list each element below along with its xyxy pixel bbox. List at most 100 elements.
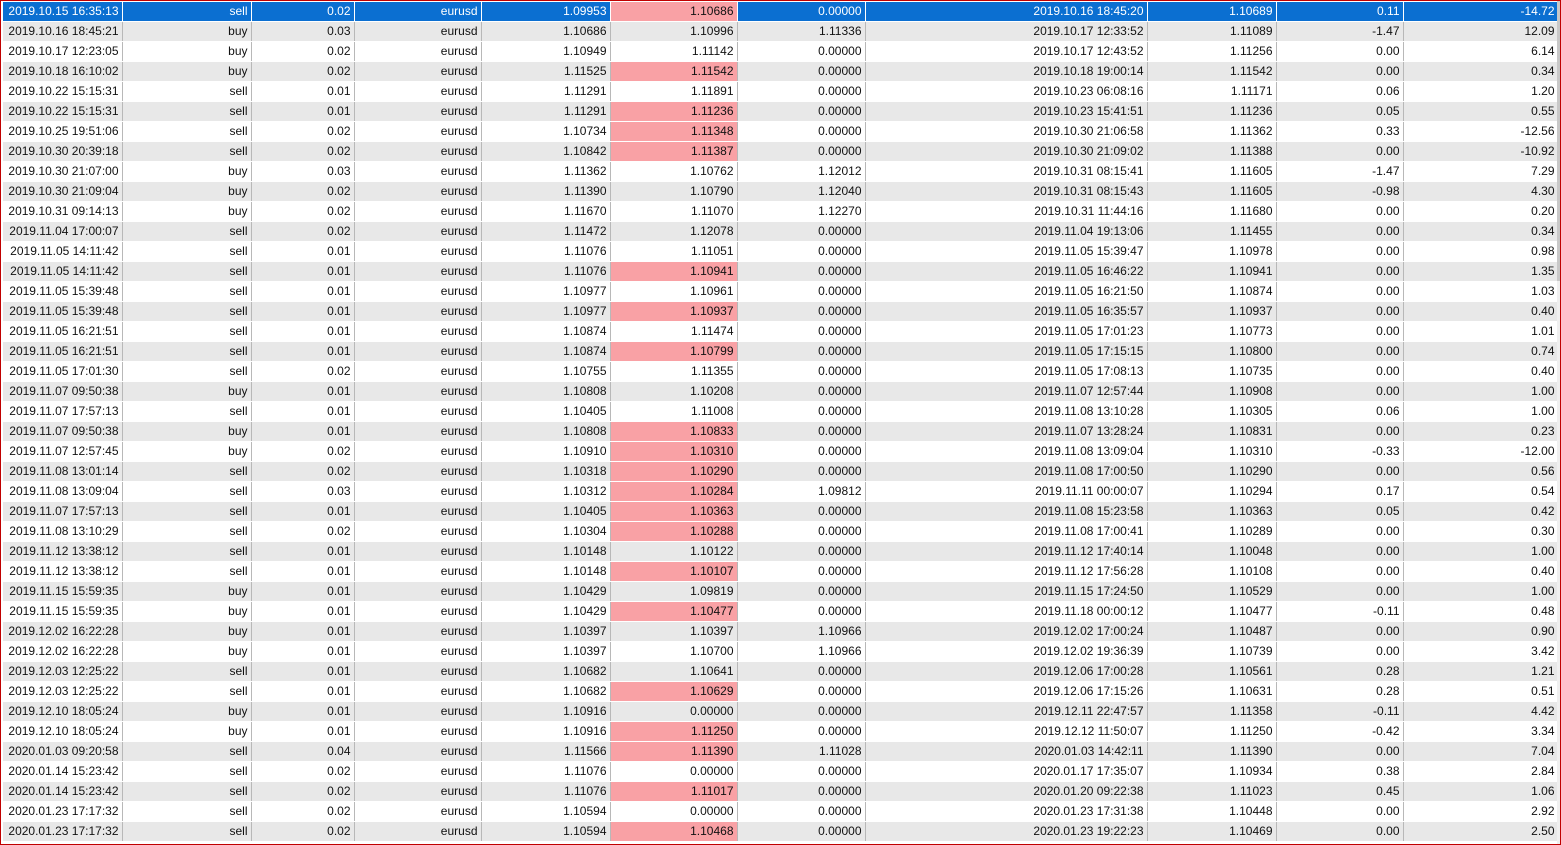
cell-symbol: eurusd [354,821,482,842]
cell-open-price: 1.11076 [481,261,611,282]
table-row[interactable]: 2020.01.23 17:17:32 sell 0.02 eurusd 1.10594… [3,821,1559,842]
cell-profit: 0.34 [1403,61,1559,82]
table-row[interactable]: 2019.11.08 13:10:29 sell 0.02 eurusd 1.10304… [3,521,1559,542]
table-row[interactable]: 2019.12.10 18:05:24 buy 0.01 eurusd 1.10916 0… [3,701,1559,722]
table-row[interactable]: 2019.11.07 09:50:38 buy 0.01 eurusd 1.10808 1… [3,421,1559,442]
cell-sl: 1.10996 [610,21,738,42]
cell-open-price: 1.11076 [481,761,611,782]
cell-symbol: eurusd [354,541,482,562]
cell-symbol: eurusd [354,101,482,122]
cell-volume: 0.01 [251,321,355,342]
cell-type: sell [122,321,252,342]
cell-open-time: 2019.10.30 21:07:00 [3,161,123,182]
table-row[interactable]: 2019.11.12 13:38:12 sell 0.01 eurusd 1.10148… [3,541,1559,562]
cell-profit: 4.30 [1403,181,1559,202]
cell-close-time: 2019.11.05 16:46:22 [865,261,1148,282]
table-row[interactable]: 2019.11.04 17:00:07 sell 0.02 eurusd 1.11472… [3,221,1559,242]
cell-open-price: 1.11566 [481,741,611,762]
table-row[interactable]: 2019.11.15 15:59:35 buy 0.01 eurusd 1.10429 1… [3,581,1559,602]
cell-symbol: eurusd [354,661,482,682]
table-row[interactable]: 2019.10.22 15:15:31 sell 0.01 eurusd 1.11291… [3,81,1559,102]
table-row[interactable]: 2019.11.12 13:38:12 sell 0.01 eurusd 1.10148… [3,561,1559,582]
cell-tp: 0.00000 [737,701,866,722]
table-row[interactable]: 2019.12.10 18:05:24 buy 0.01 eurusd 1.10916 1… [3,721,1559,742]
cell-volume: 0.01 [251,301,355,322]
cell-close-price: 1.10561 [1147,661,1277,682]
table-row[interactable]: 2019.11.05 14:11:42 sell 0.01 eurusd 1.11076… [3,241,1559,262]
table-row[interactable]: 2019.10.30 21:07:00 buy 0.03 eurusd 1.11362 1… [3,161,1559,182]
table-row[interactable]: 2019.11.05 14:11:42 sell 0.01 eurusd 1.11076… [3,261,1559,282]
cell-type: sell [122,341,252,362]
cell-tp: 0.00000 [737,101,866,122]
cell-volume: 0.01 [251,381,355,402]
vertical-scrollbar[interactable] [1557,1,1560,844]
cell-type: buy [122,701,252,722]
table-row[interactable]: 2019.11.05 17:01:30 sell 0.02 eurusd 1.10755… [3,361,1559,382]
cell-symbol: eurusd [354,261,482,282]
cell-profit: 1.00 [1403,541,1559,562]
cell-close-price: 1.10941 [1147,261,1277,282]
cell-open-price: 1.10682 [481,661,611,682]
table-row[interactable]: 2019.12.03 12:25:22 sell 0.01 eurusd 1.10682… [3,681,1559,702]
table-row[interactable]: 2019.10.17 12:23:05 buy 0.02 eurusd 1.10949 1… [3,41,1559,62]
table-row[interactable]: 2019.11.07 17:57:13 sell 0.01 eurusd 1.10405… [3,401,1559,422]
cell-open-time: 2019.11.12 13:38:12 [3,561,123,582]
cell-symbol: eurusd [354,241,482,262]
table-row[interactable]: 2019.11.08 13:09:04 sell 0.03 eurusd 1.10312… [3,481,1559,502]
cell-sl: 1.10961 [610,281,738,302]
table-row[interactable]: 2020.01.14 15:23:42 sell 0.02 eurusd 1.11076… [3,761,1559,782]
table-row[interactable]: 2019.11.08 13:01:14 sell 0.02 eurusd 1.10318… [3,461,1559,482]
cell-type: sell [122,301,252,322]
table-row[interactable]: 2019.10.31 09:14:13 buy 0.02 eurusd 1.11670 1… [3,201,1559,222]
cell-profit: 1.01 [1403,321,1559,342]
cell-sl: 1.10790 [610,181,738,202]
table-row[interactable]: 2019.11.07 12:57:45 buy 0.02 eurusd 1.10910 1… [3,441,1559,462]
table-row[interactable]: 2019.10.16 18:45:21 buy 0.03 eurusd 1.10686 1… [3,21,1559,42]
table-row[interactable]: 2019.12.03 12:25:22 sell 0.01 eurusd 1.10682… [3,661,1559,682]
table-row[interactable]: 2019.10.30 20:39:18 sell 0.02 eurusd 1.10842… [3,141,1559,162]
table-row[interactable]: 2019.10.25 19:51:06 sell 0.02 eurusd 1.10734… [3,121,1559,142]
cell-close-price: 1.10978 [1147,241,1277,262]
cell-profit: 0.74 [1403,341,1559,362]
cell-profit: 2.92 [1403,801,1559,822]
table-row[interactable]: 2019.10.18 16:10:02 buy 0.02 eurusd 1.11525 1… [3,61,1559,82]
scrollbar-thumb[interactable] [1557,1,1560,281]
cell-profit: 7.04 [1403,741,1559,762]
table-row[interactable]: 2019.10.22 15:15:31 sell 0.01 eurusd 1.11291… [3,101,1559,122]
table-row[interactable]: 2019.11.05 15:39:48 sell 0.01 eurusd 1.10977… [3,281,1559,302]
cell-symbol: eurusd [354,721,482,742]
table-row[interactable]: 2019.10.30 21:09:04 buy 0.02 eurusd 1.11390 1… [3,181,1559,202]
cell-profit: 1.21 [1403,661,1559,682]
cell-close-price: 1.10487 [1147,621,1277,642]
cell-sl: 1.10686 [610,2,738,22]
table-row[interactable]: 2019.11.05 16:21:51 sell 0.01 eurusd 1.10874… [3,321,1559,342]
cell-symbol: eurusd [354,361,482,382]
table-row[interactable]: 2020.01.14 15:23:42 sell 0.02 eurusd 1.11076… [3,781,1559,802]
cell-profit: 0.98 [1403,241,1559,262]
cell-swap: 0.05 [1276,101,1404,122]
cell-swap: 0.00 [1276,281,1404,302]
table-row[interactable]: 2019.12.02 16:22:28 buy 0.01 eurusd 1.10397 1… [3,641,1559,662]
cell-symbol: eurusd [354,81,482,102]
cell-close-time: 2019.11.05 17:08:13 [865,361,1148,382]
cell-open-price: 1.10429 [481,601,611,622]
cell-type: sell [122,401,252,422]
cell-swap: -0.42 [1276,721,1404,742]
table-row[interactable]: 2019.11.07 09:50:38 buy 0.01 eurusd 1.10808 1… [3,381,1559,402]
table-row[interactable]: 2019.11.05 16:21:51 sell 0.01 eurusd 1.10874… [3,341,1559,362]
cell-volume: 0.01 [251,341,355,362]
table-row[interactable]: 2020.01.03 09:20:58 sell 0.04 eurusd 1.11566… [3,741,1559,762]
table-row[interactable]: 2020.01.23 17:17:32 sell 0.02 eurusd 1.10594… [3,801,1559,822]
cell-type: sell [122,821,252,842]
cell-sl: 1.10799 [610,341,738,362]
cell-open-price: 1.10686 [481,21,611,42]
cell-sl: 1.11891 [610,81,738,102]
table-row[interactable]: 2019.12.02 16:22:28 buy 0.01 eurusd 1.10397 1… [3,621,1559,642]
cell-open-time: 2019.11.15 15:59:35 [3,601,123,622]
cell-type: buy [122,181,252,202]
table-row[interactable]: 2019.11.15 15:59:35 buy 0.01 eurusd 1.10429 1… [3,601,1559,622]
table-row[interactable]: 2019.10.15 16:35:13 sell 0.02 eurusd 1.09953… [3,2,1559,22]
table-row[interactable]: 2019.11.07 17:57:13 sell 0.01 eurusd 1.10405… [3,501,1559,522]
table-row[interactable]: 2019.11.05 15:39:48 sell 0.01 eurusd 1.10977… [3,301,1559,322]
cell-close-time: 2019.11.18 00:00:12 [865,601,1148,622]
